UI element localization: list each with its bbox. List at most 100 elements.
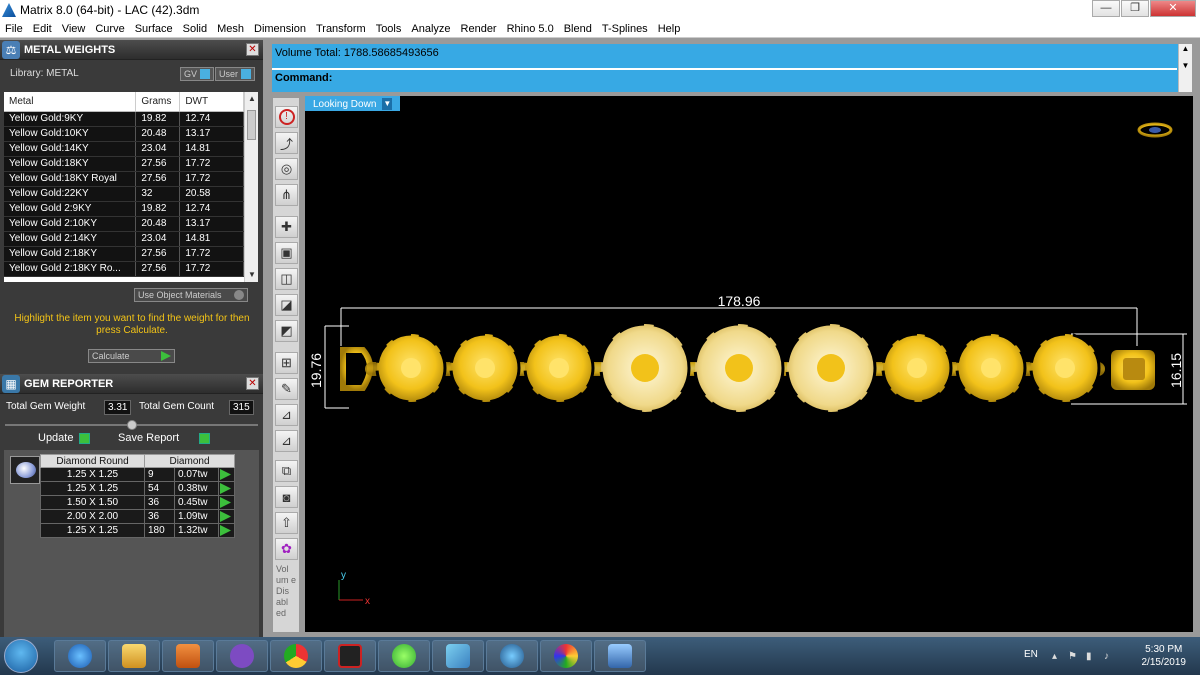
restore-button[interactable]: ❐ bbox=[1121, 0, 1149, 17]
col-dwt[interactable]: DWT bbox=[179, 92, 244, 112]
taskbar-tool[interactable] bbox=[432, 640, 484, 672]
flower-small-5[interactable] bbox=[955, 332, 1027, 404]
taskbar-matrix[interactable] bbox=[486, 640, 538, 672]
table-row[interactable]: Yellow Gold 2:9KY 19.82 12.74 bbox=[4, 201, 244, 217]
layers-tool-icon[interactable]: ⧉ bbox=[275, 460, 298, 482]
gem-row[interactable]: 2.00 X 2.00 36 1.09tw bbox=[40, 509, 235, 524]
gem-row[interactable]: 1.50 X 1.50 36 0.45tw bbox=[40, 495, 235, 510]
viewport-label[interactable]: Looking Down ▼ bbox=[305, 96, 401, 111]
table-row[interactable]: Yellow Gold 2:10KY 20.48 13.17 bbox=[4, 216, 244, 232]
menu-help[interactable]: Help bbox=[653, 23, 686, 35]
scroll-up-icon[interactable]: ▲ bbox=[1179, 44, 1192, 53]
flower-small-2[interactable] bbox=[449, 332, 521, 404]
pen-tool-icon[interactable]: ✎ bbox=[275, 378, 298, 400]
tray-up-icon[interactable]: ▴ bbox=[1052, 651, 1064, 662]
axes-tool-icon[interactable]: ✚ bbox=[275, 216, 298, 238]
save-report-button[interactable]: Save Report bbox=[118, 431, 211, 445]
table-row[interactable]: Yellow Gold:18KY 27.56 17.72 bbox=[4, 156, 244, 172]
menu-tools[interactable]: Tools bbox=[371, 23, 407, 35]
menu-file[interactable]: File bbox=[0, 23, 28, 35]
gem-slider[interactable] bbox=[5, 420, 258, 430]
scroll-down-icon[interactable]: ▼ bbox=[1179, 61, 1192, 70]
taskbar-viber[interactable] bbox=[216, 640, 268, 672]
taskbar-explorer[interactable] bbox=[108, 640, 160, 672]
chevron-down-icon[interactable]: ▼ bbox=[382, 98, 393, 110]
flower-diamond-3[interactable] bbox=[785, 322, 877, 414]
menu-surface[interactable]: Surface bbox=[130, 23, 178, 35]
taskbar-corel[interactable] bbox=[378, 640, 430, 672]
flower-small-1[interactable] bbox=[375, 332, 447, 404]
grid-tool-icon[interactable]: ⊞ bbox=[275, 352, 298, 374]
table-row[interactable]: Yellow Gold 2:18KY Ro... 27.56 17.72 bbox=[4, 261, 244, 277]
menu-analyze[interactable]: Analyze bbox=[406, 23, 455, 35]
taskbar-chrome[interactable] bbox=[270, 640, 322, 672]
menu-dimension[interactable]: Dimension bbox=[249, 23, 311, 35]
diamond-thumbnail[interactable] bbox=[10, 456, 40, 484]
gv-toggle[interactable]: GV bbox=[180, 67, 215, 81]
minimize-button[interactable]: — bbox=[1092, 0, 1120, 17]
nodes-tool-icon[interactable]: ⋔ bbox=[275, 184, 298, 206]
taskbar-paint[interactable] bbox=[540, 640, 592, 672]
gem-row-select-button[interactable] bbox=[218, 467, 235, 482]
bracelet-preview-icon[interactable] bbox=[1137, 122, 1173, 138]
box-tool-icon[interactable]: ▣ bbox=[275, 242, 298, 264]
flower-small-4[interactable] bbox=[881, 332, 953, 404]
flower-diamond-2[interactable] bbox=[693, 322, 785, 414]
off-tool-icon[interactable]: ⊿ bbox=[275, 404, 298, 426]
gem-row-select-button[interactable] bbox=[218, 509, 235, 524]
metal-weights-close-icon[interactable]: ✕ bbox=[246, 43, 259, 56]
menu-tsplines[interactable]: T-Splines bbox=[597, 23, 653, 35]
globe-tool-icon[interactable]: ◎ bbox=[275, 158, 298, 180]
network-icon[interactable]: ▮ bbox=[1086, 651, 1098, 662]
gem-row-select-button[interactable] bbox=[218, 523, 235, 538]
render-tool-icon[interactable]: ⊿ bbox=[275, 430, 298, 452]
scroll-down-icon[interactable]: ▼ bbox=[245, 268, 258, 282]
menu-solid[interactable]: Solid bbox=[178, 23, 212, 35]
metal-table-scrollbar[interactable]: ▲ ▼ bbox=[244, 92, 258, 282]
menu-blend[interactable]: Blend bbox=[559, 23, 597, 35]
clock[interactable]: 5:30 PM 2/15/2019 bbox=[1142, 643, 1187, 669]
flower-small-3[interactable] bbox=[523, 332, 595, 404]
col-grams[interactable]: Grams bbox=[135, 92, 181, 112]
hide-tool-icon[interactable]: ◙ bbox=[275, 486, 298, 508]
cube-tool-icon[interactable]: ◫ bbox=[275, 268, 298, 290]
table-row[interactable]: Yellow Gold:22KY 32 20.58 bbox=[4, 186, 244, 202]
taskbar-control-panel[interactable] bbox=[594, 640, 646, 672]
start-button[interactable] bbox=[4, 639, 38, 673]
command-prompt[interactable]: Command: bbox=[275, 72, 332, 84]
table-row[interactable]: Yellow Gold:9KY 19.82 12.74 bbox=[4, 111, 244, 127]
table-row[interactable]: Yellow Gold:10KY 20.48 13.17 bbox=[4, 126, 244, 142]
menu-render[interactable]: Render bbox=[456, 23, 502, 35]
user-toggle[interactable]: User bbox=[215, 67, 256, 81]
menu-view[interactable]: View bbox=[57, 23, 91, 35]
gem-row-select-button[interactable] bbox=[218, 495, 235, 510]
scroll-thumb[interactable] bbox=[247, 110, 256, 140]
menu-curve[interactable]: Curve bbox=[90, 23, 129, 35]
cube-view-tool-icon[interactable]: ◪ bbox=[275, 294, 298, 316]
use-object-materials-toggle[interactable]: Use Object Materials bbox=[134, 288, 248, 302]
calculate-button[interactable]: Calculate bbox=[88, 349, 175, 363]
info-tool-icon[interactable]: ! bbox=[275, 106, 298, 128]
close-button[interactable]: ✕ bbox=[1150, 0, 1196, 17]
volume-icon[interactable]: ♪ bbox=[1104, 651, 1116, 662]
gem-reporter-close-icon[interactable]: ✕ bbox=[246, 377, 259, 390]
slider-knob[interactable] bbox=[127, 420, 137, 430]
gem-row[interactable]: 1.25 X 1.25 9 0.07tw bbox=[40, 467, 235, 482]
taskbar-media[interactable] bbox=[162, 640, 214, 672]
flower-diamond-1[interactable] bbox=[599, 322, 691, 414]
axis-tool-icon[interactable]: ⤴ bbox=[275, 132, 298, 154]
gem-row-select-button[interactable] bbox=[218, 481, 235, 496]
menu-mesh[interactable]: Mesh bbox=[212, 23, 249, 35]
table-row[interactable]: Yellow Gold 2:14KY 23.04 14.81 bbox=[4, 231, 244, 247]
cube-shade-tool-icon[interactable]: ◩ bbox=[275, 320, 298, 342]
language-indicator[interactable]: EN bbox=[1024, 649, 1038, 660]
table-row[interactable]: Yellow Gold:14KY 23.04 14.81 bbox=[4, 141, 244, 157]
menu-transform[interactable]: Transform bbox=[311, 23, 371, 35]
gem-row[interactable]: 1.25 X 1.25 54 0.38tw bbox=[40, 481, 235, 496]
scroll-up-icon[interactable]: ▲ bbox=[245, 92, 258, 106]
table-row[interactable]: Yellow Gold:18KY Royal 27.56 17.72 bbox=[4, 171, 244, 187]
flag-icon[interactable]: ⚑ bbox=[1068, 651, 1080, 662]
update-button[interactable]: Update bbox=[38, 431, 91, 445]
menu-edit[interactable]: Edit bbox=[28, 23, 57, 35]
command-scrollbar[interactable]: ▲ ▼ bbox=[1178, 44, 1192, 92]
